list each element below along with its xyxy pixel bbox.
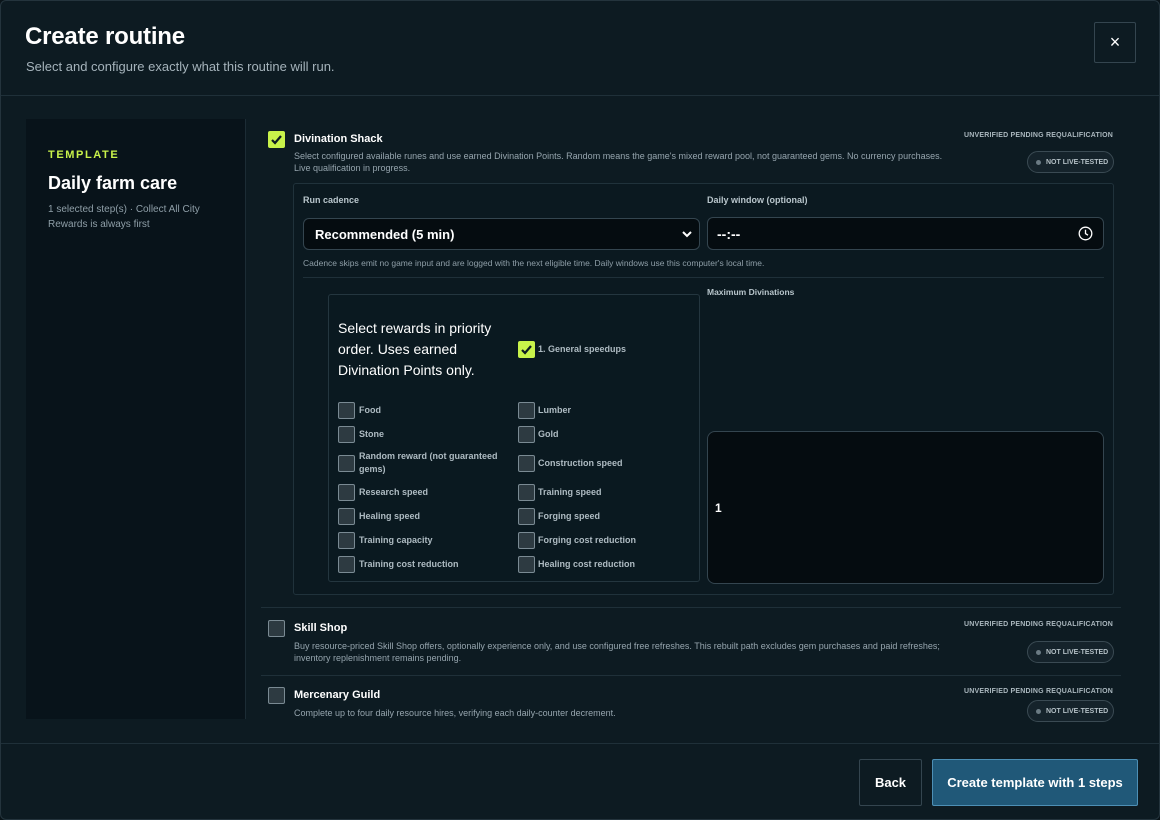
cadence-label: Run cadence — [303, 195, 360, 205]
reward-label-random-reward: Random reward (not guaranteed gems) — [359, 451, 498, 474]
cadence-value: Recommended (5 min) — [315, 226, 455, 242]
reward-label-training-cost-reduction: Training cost reduction — [359, 559, 459, 569]
check-icon — [521, 345, 532, 355]
live-test-badge: NOT LIVE-TESTED — [1027, 151, 1114, 173]
template-name: Daily farm care — [48, 173, 178, 193]
template-sidebar: TEMPLATE Daily farm care 1 selected step… — [26, 119, 246, 719]
reward-label-lumber: Lumber — [538, 405, 572, 415]
dialog-title: Create routine — [25, 23, 185, 50]
reward-label-training-speed: Training speed — [538, 487, 602, 497]
reward-checkbox-general-speedups[interactable] — [518, 341, 535, 358]
step-name-skill-shop: Skill Shop — [294, 622, 348, 634]
max-divinations-value: 1 — [715, 500, 722, 515]
step-separator — [261, 607, 1121, 608]
reward-checkbox-forging-speed[interactable] — [518, 508, 535, 525]
reward-checkbox-training-cost-reduction[interactable] — [338, 556, 355, 573]
reward-checkbox-research-speed[interactable] — [338, 484, 355, 501]
reward-checkbox-gold[interactable] — [518, 426, 535, 443]
step-status-skill-shop: UNVERIFIED PENDING REQUALIFICATION — [963, 621, 1113, 628]
check-icon — [271, 135, 282, 145]
reward-label-forging-cost-reduction: Forging cost reduction — [538, 535, 636, 545]
step-separator — [261, 675, 1121, 676]
reward-label-stone: Stone — [359, 429, 385, 439]
reward-label-general-speedups: 1. General speedups — [538, 344, 627, 354]
clock-icon[interactable] — [1078, 226, 1093, 241]
step-name-mercenary-guild: Mercenary Guild — [294, 689, 381, 701]
daily-window-value: --:-- — [717, 225, 741, 242]
step-description-divination-shack: Select configured available runes and us… — [294, 151, 943, 173]
reward-label-food: Food — [359, 405, 381, 415]
reward-label-gold: Gold — [538, 429, 559, 439]
live-test-badge: NOT LIVE-TESTED — [1027, 700, 1114, 722]
step-status-mercenary-guild: UNVERIFIED PENDING REQUALIFICATION — [963, 688, 1113, 695]
max-divinations-label: Maximum Divinations — [707, 287, 795, 297]
reward-label-healing-speed: Healing speed — [359, 511, 421, 521]
reward-checkbox-food[interactable] — [338, 402, 355, 419]
reward-label-healing-cost-reduction: Healing cost reduction — [538, 559, 636, 569]
reward-checkbox-lumber[interactable] — [518, 402, 535, 419]
reward-checkbox-stone[interactable] — [338, 426, 355, 443]
reward-label-forging-speed: Forging speed — [538, 511, 601, 521]
create-routine-dialog: Create routine Select and configure exac… — [0, 0, 1160, 820]
step-checkbox-skill-shop[interactable] — [268, 620, 285, 637]
cadence-hint: Cadence skips emit no game input and are… — [303, 258, 765, 268]
max-divinations-input[interactable]: 1 — [707, 431, 1104, 584]
template-description: 1 selected step(s) · Collect All City Re… — [48, 204, 200, 230]
rewards-heading: Select rewards in priority order. Uses e… — [338, 320, 492, 378]
reward-label-construction-speed: Construction speed — [538, 458, 623, 468]
step-description-mercenary-guild: Complete up to four daily resource hires… — [294, 708, 616, 718]
dialog-subtitle: Select and configure exactly what this r… — [26, 59, 335, 74]
step-description-skill-shop: Buy resource-priced Skill Shop offers, o… — [294, 641, 940, 663]
reward-checkbox-forging-cost-reduction[interactable] — [518, 532, 535, 549]
reward-checkbox-healing-speed[interactable] — [338, 508, 355, 525]
reward-checkbox-construction-speed[interactable] — [518, 455, 535, 472]
window-label: Daily window (optional) — [707, 195, 808, 205]
step-checkbox-mercenary-guild[interactable] — [268, 687, 285, 704]
step-name-divination-shack: Divination Shack — [294, 133, 383, 145]
step-status-divination-shack: UNVERIFIED PENDING REQUALIFICATION — [963, 132, 1113, 139]
reward-checkbox-training-capacity[interactable] — [338, 532, 355, 549]
reward-label-research-speed: Research speed — [359, 487, 429, 497]
reward-checkbox-training-speed[interactable] — [518, 484, 535, 501]
template-kicker: TEMPLATE — [48, 149, 120, 161]
close-icon: × — [1109, 32, 1121, 52]
step-checkbox-divination-shack[interactable] — [268, 131, 285, 148]
create-template-button[interactable]: Create template with 1 steps — [932, 759, 1138, 806]
close-button[interactable]: × — [1094, 22, 1136, 63]
config-divider — [303, 277, 1104, 278]
chevron-down-icon — [682, 231, 692, 238]
back-button[interactable]: Back — [859, 759, 922, 806]
daily-window-input[interactable]: --:-- — [707, 217, 1104, 250]
cadence-select[interactable]: Recommended (5 min) — [303, 218, 700, 250]
reward-checkbox-healing-cost-reduction[interactable] — [518, 556, 535, 573]
live-test-badge: NOT LIVE-TESTED — [1027, 641, 1114, 663]
reward-label-training-capacity: Training capacity — [359, 535, 433, 545]
dialog-header: Create routine Select and configure exac… — [1, 1, 1159, 96]
footer-divider — [1, 743, 1159, 744]
reward-checkbox-random-reward[interactable] — [338, 455, 355, 472]
